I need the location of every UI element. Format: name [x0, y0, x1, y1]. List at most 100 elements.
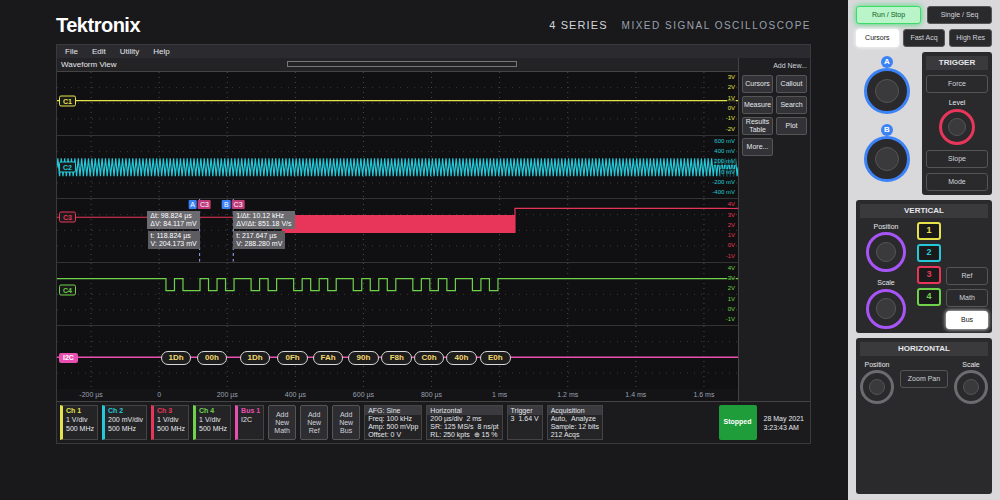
panel-button[interactable]: Bus: [946, 311, 988, 329]
menu-item[interactable]: File: [65, 47, 78, 57]
channel-lane: C34V3V2V1V0V-1VAC3BC3Δt: 98.824 µsΔV: 84…: [57, 199, 738, 263]
bus-packet[interactable]: FAh: [313, 351, 344, 365]
side-panel-button[interactable]: Measure: [742, 96, 773, 114]
bus-packet[interactable]: 40h: [446, 351, 477, 365]
panel-button[interactable]: Single / Seq: [927, 6, 992, 24]
cursor-marker[interactable]: BC3: [222, 200, 245, 209]
channel-badge[interactable]: C2: [59, 161, 76, 172]
menu-item[interactable]: Edit: [92, 47, 106, 57]
section-header: VERTICAL: [860, 204, 988, 218]
bus-packet[interactable]: 00h: [197, 351, 228, 365]
channel-settings-badge[interactable]: Ch 2200 mV/div500 MHz: [102, 405, 147, 440]
knob[interactable]: [954, 370, 988, 404]
model-label: MIXED SIGNAL OSCILLOSCOPE: [622, 18, 811, 33]
panel-button[interactable]: Ref: [946, 267, 988, 285]
knob[interactable]: [939, 109, 975, 145]
status-badge[interactable]: Stopped: [719, 405, 757, 440]
channel-settings-badge[interactable]: Ch 11 V/div500 MHz: [60, 405, 98, 440]
vertical-section: VERTICAL Position Scale 1 2 3 4 Ref Math Bus: [856, 200, 992, 333]
badge-title: Ch 3: [157, 406, 185, 415]
scale-label: 1V: [727, 232, 736, 239]
scale-label: 0V: [727, 306, 736, 313]
side-panel-button[interactable]: More...: [742, 138, 773, 156]
info-title: Horizontal: [427, 406, 501, 415]
side-panel-button[interactable]: Search: [776, 96, 807, 114]
channel-lane: C13V2V1V0V-1V-2V: [57, 72, 738, 136]
side-panel-button[interactable]: Plot: [776, 117, 807, 135]
info-badge[interactable]: AcquisitionAuto,AnalyzeSample: 12 bits21…: [547, 405, 603, 440]
info-line: Sample: 12 bits: [548, 423, 602, 431]
panel-button[interactable]: Slope: [926, 150, 988, 168]
knob-label: B: [881, 124, 893, 136]
side-panel-button[interactable]: Results Table: [742, 117, 773, 135]
panel-button[interactable]: Force: [926, 75, 988, 93]
knob-label: Scale: [877, 278, 895, 289]
badge-line: 1 V/div: [199, 415, 227, 424]
channel-badge[interactable]: C4: [59, 285, 76, 296]
knob-label: Position: [874, 222, 899, 233]
bus-packet[interactable]: E0h: [480, 351, 511, 365]
bus-packet[interactable]: 0Fh: [277, 351, 308, 365]
panel-button[interactable]: High Res: [949, 29, 992, 47]
waveform-view: Waveform ViewC13V2V1V0V-1V-2VC2600 mV400…: [57, 58, 738, 401]
panel-button[interactable]: Run / Stop: [856, 6, 921, 24]
channel-button[interactable]: 3: [917, 266, 941, 284]
bus-packet[interactable]: F8h: [381, 351, 412, 365]
menu-item[interactable]: Utility: [120, 47, 140, 57]
bus-packet[interactable]: 90h: [348, 351, 379, 365]
time-axis-label: 200 µs: [217, 390, 238, 399]
channel-badge[interactable]: C3: [59, 212, 76, 223]
cursor-name: A: [188, 200, 197, 209]
bus-packet[interactable]: C0h: [414, 351, 445, 365]
grid: [57, 263, 738, 326]
add-new-button[interactable]: Add New Bus: [332, 405, 360, 440]
panel-button[interactable]: Fast Acq: [903, 29, 946, 47]
cursor-marker[interactable]: AC3: [188, 200, 211, 209]
scale-label: 0 mV: [720, 169, 736, 176]
scale-labels: 4V3V2V1V0V-1V: [725, 265, 736, 324]
scale-label: -1V: [725, 253, 736, 260]
badge-line: 500 MHz: [199, 424, 227, 433]
add-new-button[interactable]: Add New Math: [268, 405, 296, 440]
panel-button[interactable]: Math: [946, 289, 988, 307]
badge-line: I2C: [241, 415, 260, 424]
menu-item[interactable]: Help: [153, 47, 169, 57]
info-badge[interactable]: Trigger31.64 V: [507, 405, 543, 440]
channel-settings-badge[interactable]: Ch 31 V/div500 MHz: [151, 405, 189, 440]
badge-title: Ch 4: [199, 406, 227, 415]
bus-packet[interactable]: 1Dh: [161, 351, 192, 365]
knob[interactable]: [864, 136, 910, 182]
panel-button[interactable]: Cursors: [856, 29, 899, 47]
channel-badge[interactable]: C1: [59, 95, 76, 106]
info-badge[interactable]: Horizontal200 µs/div2 msSR: 125 MS/s8 ns…: [426, 405, 502, 440]
plot-area[interactable]: C13V2V1V0V-1V-2VC2600 mV400 mV200 mV0 mV…: [57, 72, 738, 389]
section-header: HORIZONTAL: [860, 342, 988, 356]
channel-button[interactable]: 2: [917, 244, 941, 262]
bus-badge[interactable]: I2C: [59, 353, 78, 363]
overview-bar[interactable]: [287, 61, 517, 67]
bezel-header: Tektronix4 SERIESMIXED SIGNAL OSCILLOSCO…: [56, 6, 811, 44]
info-badge[interactable]: AFG: SineFreq: 100 kHzAmp: 500 mVppOffse…: [364, 405, 422, 440]
time-axis-label: 800 µs: [421, 390, 442, 399]
knob[interactable]: [866, 232, 906, 272]
bus-packet[interactable]: 1Dh: [240, 351, 271, 365]
side-panel-button[interactable]: Cursors: [742, 75, 773, 93]
info-line: Amp: 500 mVpp: [365, 423, 421, 431]
knob[interactable]: [866, 289, 906, 329]
side-panel-button[interactable]: Callout: [776, 75, 807, 93]
time-axis-label: 600 µs: [353, 390, 374, 399]
info-line: RL: 250 kpts⊕ 15 %: [427, 431, 501, 439]
panel-button[interactable]: Zoom Pan: [900, 370, 948, 388]
channel-button[interactable]: 1: [917, 222, 941, 240]
add-new-button[interactable]: Add New Ref: [300, 405, 328, 440]
badge-line: 500 MHz: [66, 424, 94, 433]
knob[interactable]: [864, 68, 910, 114]
panel-button[interactable]: Mode: [926, 173, 988, 191]
series-label: 4 SERIES: [549, 17, 607, 34]
knob[interactable]: [860, 370, 894, 404]
cursor-source: C3: [198, 200, 211, 209]
channel-button[interactable]: 4: [917, 288, 941, 306]
channel-settings-badge[interactable]: Bus 1I2C: [235, 405, 264, 440]
info-line: 31.64 V: [508, 415, 542, 423]
channel-settings-badge[interactable]: Ch 41 V/div500 MHz: [193, 405, 231, 440]
